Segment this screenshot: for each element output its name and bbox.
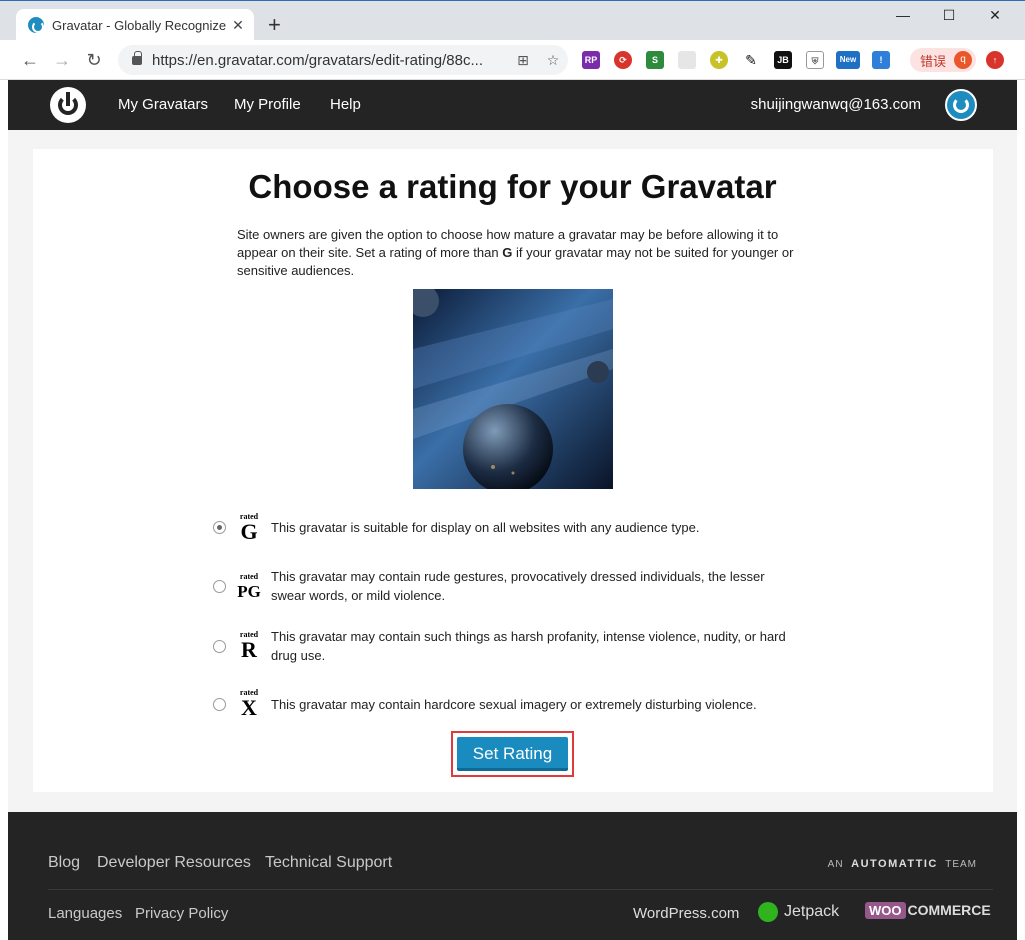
jetpack-link[interactable]: Jetpack xyxy=(758,902,839,922)
error-label: 错误 xyxy=(920,53,947,69)
back-arrow-icon[interactable]: ← xyxy=(20,50,40,71)
extension-alert-icon[interactable]: ! xyxy=(872,51,890,69)
user-email[interactable]: shuijingwanwq@163.com xyxy=(751,96,921,113)
reload-icon[interactable]: ↻ xyxy=(84,50,104,71)
rated-pg-badge-icon: rated PG xyxy=(236,572,262,603)
rating-pg-description: This gravatar may contain rude gestures,… xyxy=(271,569,765,603)
set-rating-highlight: Set Rating xyxy=(451,731,574,777)
extension-brush-icon[interactable]: ✎ xyxy=(742,51,760,69)
automattic-name: AUTOMATTIC xyxy=(851,858,938,870)
wordpress-link[interactable]: WordPress.com xyxy=(633,905,739,922)
footer-link-privacy-policy[interactable]: Privacy Policy xyxy=(135,905,228,922)
extension-s-icon[interactable]: S xyxy=(646,51,664,69)
gravatar-favicon-icon xyxy=(28,17,44,33)
woo-badge: WOO xyxy=(865,902,906,919)
footer-divider xyxy=(48,889,993,890)
window-maximize-button[interactable]: ☐ xyxy=(926,7,972,24)
new-tab-button[interactable]: + xyxy=(268,14,281,36)
site-header: My Gravatars My Profile Help shuijingwan… xyxy=(8,80,1017,130)
nav-my-gravatars[interactable]: My Gravatars xyxy=(118,96,208,113)
page-title: Choose a rating for your Gravatar xyxy=(248,168,777,205)
forward-arrow-icon[interactable]: → xyxy=(52,50,72,71)
browser-tab-bar: Gravatar - Globally Recognize ✕ + — ☐ ✕ xyxy=(0,0,1025,41)
footer-link-languages[interactable]: Languages xyxy=(48,905,122,922)
extension-rp-icon[interactable]: RP xyxy=(582,51,600,69)
extension-jb-icon[interactable]: JB xyxy=(774,51,792,69)
rating-letter: R xyxy=(241,637,257,662)
profile-error-button[interactable]: 错误 q xyxy=(910,48,976,72)
rating-option-r[interactable]: rated R This gravatar may contain such t… xyxy=(210,628,810,668)
rating-r-radio[interactable] xyxy=(213,640,226,653)
extension-grid-icon[interactable] xyxy=(678,51,696,69)
rated-label: rated xyxy=(239,572,259,581)
site-footer: Blog Developer Resources Technical Suppo… xyxy=(8,812,1017,940)
automattic-an: AN xyxy=(827,859,844,870)
nav-help[interactable]: Help xyxy=(330,96,361,113)
rating-option-x[interactable]: rated X This gravatar may contain hardco… xyxy=(210,688,810,724)
window-minimize-button[interactable]: — xyxy=(880,7,926,23)
automattic-logo[interactable]: AN AUTOMATTIC TEAM xyxy=(828,858,977,870)
woo-commerce-label: COMMERCE xyxy=(907,902,991,918)
automattic-team: TEAM xyxy=(945,859,977,870)
jetpack-icon xyxy=(758,902,778,922)
rating-x-description: This gravatar may contain hardcore sexua… xyxy=(271,697,757,712)
translate-icon[interactable]: ⊞ xyxy=(508,52,538,69)
bookmark-star-icon[interactable]: ☆ xyxy=(538,52,568,69)
set-rating-button[interactable]: Set Rating xyxy=(457,737,568,771)
extension-shield-icon[interactable]: ⛨ xyxy=(806,51,824,69)
intro-text-bold: G xyxy=(502,245,513,260)
rating-x-radio[interactable] xyxy=(213,698,226,711)
footer-link-developer-resources[interactable]: Developer Resources xyxy=(97,854,251,872)
tab-close-icon[interactable]: ✕ xyxy=(230,17,246,34)
rating-letter: X xyxy=(241,695,257,720)
gravatar-logo-icon[interactable] xyxy=(50,87,86,123)
gravatar-preview-image xyxy=(413,289,613,489)
footer-link-technical-support[interactable]: Technical Support xyxy=(265,854,392,872)
rated-x-badge-icon: rated X xyxy=(236,688,262,719)
address-bar[interactable]: https://en.gravatar.com/gravatars/edit-r… xyxy=(118,45,568,75)
nav-my-profile[interactable]: My Profile xyxy=(234,96,301,113)
rating-g-radio[interactable] xyxy=(213,521,226,534)
extension-upload-icon[interactable]: ↑ xyxy=(986,51,1004,69)
rating-r-description: This gravatar may contain such things as… xyxy=(271,629,786,663)
woocommerce-link[interactable]: WOO COMMERCE xyxy=(865,902,991,919)
extension-yellow-icon[interactable]: ✚ xyxy=(710,51,728,69)
jetpack-label: Jetpack xyxy=(784,903,840,921)
lock-icon xyxy=(132,50,142,65)
browser-toolbar: ← → ↻ https://en.gravatar.com/gravatars/… xyxy=(0,40,1025,80)
footer-link-blog[interactable]: Blog xyxy=(48,854,80,872)
rating-g-description: This gravatar is suitable for display on… xyxy=(271,520,700,535)
user-avatar[interactable] xyxy=(945,89,977,121)
rating-letter: G xyxy=(240,519,258,544)
rating-option-g[interactable]: rated G This gravatar is suitable for di… xyxy=(210,512,810,548)
tab-title: Gravatar - Globally Recognize xyxy=(52,17,227,33)
rating-letter: PG xyxy=(237,582,261,601)
intro-text: Site owners are given the option to choo… xyxy=(237,226,797,280)
rated-g-badge-icon: rated G xyxy=(236,512,262,543)
rating-option-pg[interactable]: rated PG This gravatar may contain rude … xyxy=(210,568,810,608)
browser-tab[interactable]: Gravatar - Globally Recognize ✕ xyxy=(16,9,254,41)
profile-avatar-icon: q xyxy=(954,51,973,69)
rating-pg-radio[interactable] xyxy=(213,580,226,593)
window-close-button[interactable]: ✕ xyxy=(972,7,1018,24)
rated-r-badge-icon: rated R xyxy=(236,630,262,661)
url-text[interactable]: https://en.gravatar.com/gravatars/edit-r… xyxy=(152,52,508,69)
extension-red-circle-icon[interactable]: ⟳ xyxy=(614,51,632,69)
extension-new-icon[interactable]: New xyxy=(836,51,860,69)
